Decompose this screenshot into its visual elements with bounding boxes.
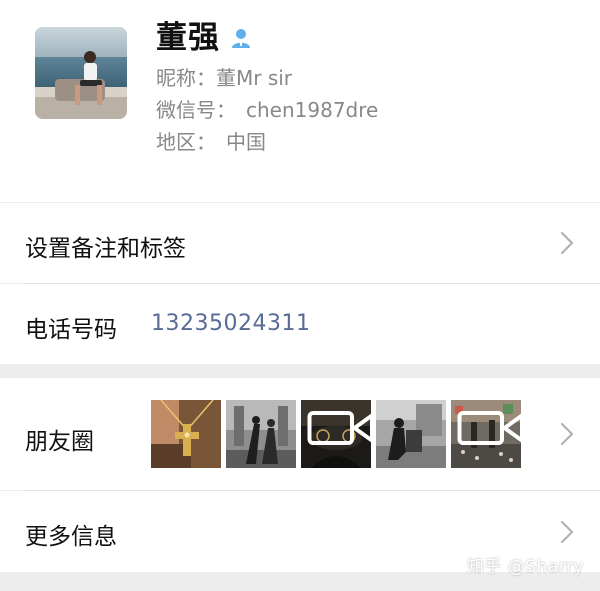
video-camera-icon <box>307 411 371 445</box>
region-row: 地区： 中国 <box>156 128 266 156</box>
contact-profile-page: 董强 昵称：董Mr sir 微信号： chen1987dre 地区： 中国 设置备注… <box>0 0 600 591</box>
nickname-value: 董Mr sir <box>216 66 293 90</box>
moments-thumb-people-sitting[interactable] <box>376 400 446 468</box>
phone-number-value[interactable]: 13235024311 <box>151 311 310 336</box>
moments-thumb-cross-necklace[interactable] <box>151 400 221 468</box>
moments-thumb-image <box>226 400 296 468</box>
moments-thumb-street-crowd[interactable] <box>451 400 521 468</box>
watermark: 知乎 @Sharry <box>466 557 584 577</box>
phone-number-cell: 电话号码 13235024311 <box>0 284 600 364</box>
moments-thumb-image <box>376 400 446 468</box>
wechat-id-row: 微信号： chen1987dre <box>156 96 378 124</box>
wechat-id-value[interactable]: chen1987dre <box>246 98 378 122</box>
nickname-row: 昵称：董Mr sir <box>156 64 292 92</box>
remark-and-tags-cell[interactable]: 设置备注和标签 <box>0 203 600 283</box>
chevron-right-icon <box>560 422 574 446</box>
nickname-label: 昵称： <box>156 66 216 90</box>
moments-thumb-car-interior[interactable] <box>301 400 371 468</box>
moments-thumb-image <box>151 400 221 468</box>
profile-header: 董强 昵称：董Mr sir 微信号： chen1987dre 地区： 中国 <box>0 0 600 202</box>
remark-and-tags-label: 设置备注和标签 <box>25 236 186 262</box>
wechat-id-label: 微信号： <box>156 98 236 122</box>
avatar-image <box>35 27 127 119</box>
avatar[interactable] <box>35 27 127 119</box>
video-camera-icon <box>457 411 521 445</box>
moments-label: 朋友圈 <box>25 429 94 455</box>
contact-name: 董强 <box>156 20 220 56</box>
region-label: 地区： <box>156 130 216 154</box>
moments-thumb-dancers[interactable] <box>226 400 296 468</box>
user-male-icon <box>232 29 250 48</box>
chevron-right-icon <box>560 231 574 255</box>
chevron-right-icon <box>560 520 574 544</box>
more-info-label: 更多信息 <box>25 524 117 550</box>
region-value: 中国 <box>226 130 266 154</box>
phone-number-label: 电话号码 <box>25 317 117 343</box>
